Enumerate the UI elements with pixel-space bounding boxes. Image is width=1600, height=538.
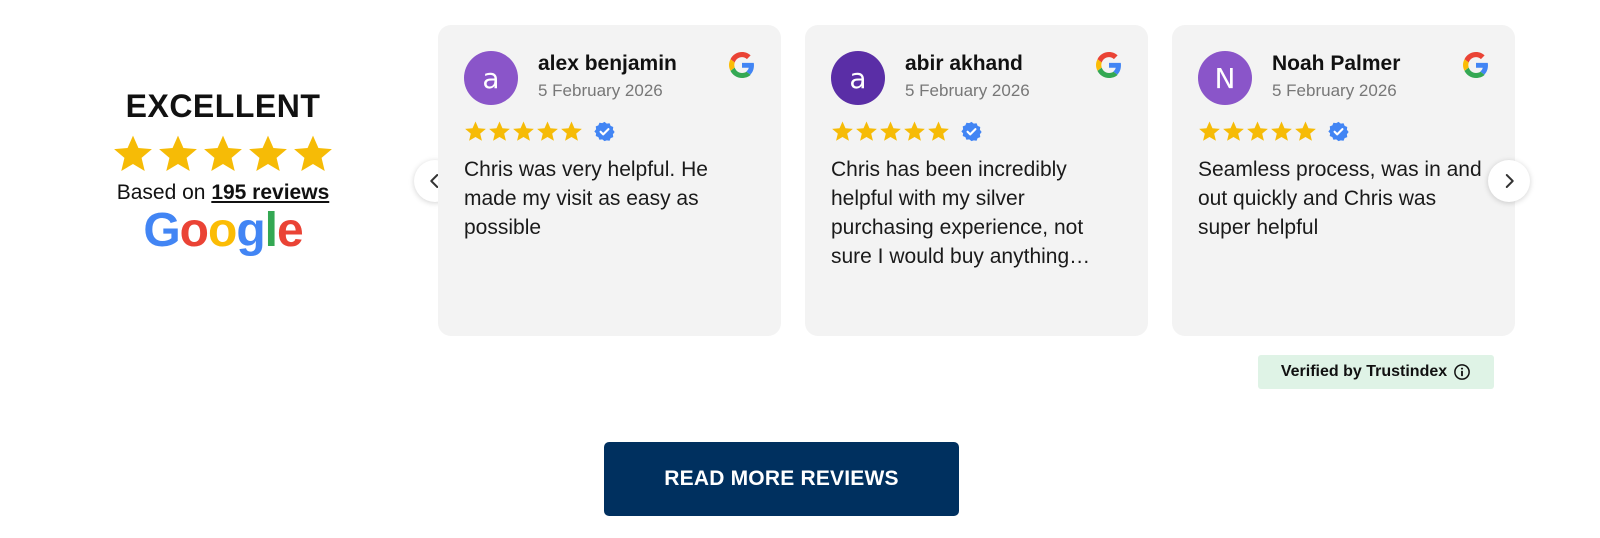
star-icon <box>513 121 534 141</box>
review-text: Seamless process, was in and out quickly… <box>1198 158 1482 239</box>
star-icon <box>1247 121 1268 141</box>
google-g-icon <box>1096 52 1121 78</box>
verified-label: Verified by Trustindex <box>1280 363 1448 380</box>
reviewer-name: alex benjamin <box>538 52 677 75</box>
star-icon <box>832 121 853 141</box>
review-date: 5 February 2026 <box>905 81 1030 100</box>
based-on-prefix: Based on <box>116 181 212 204</box>
google-logo-letter: o <box>179 204 209 257</box>
review-count-link[interactable]: 195 reviews <box>211 181 329 204</box>
star-icon <box>880 121 901 141</box>
star-icon <box>159 135 197 171</box>
review-stars <box>1198 120 1349 143</box>
carousel-next-button[interactable] <box>1488 160 1530 202</box>
review-text: Chris has been incredibly helpful with m… <box>831 158 1091 268</box>
google-logo-letter: e <box>276 204 304 257</box>
review-card[interactable]: a alex benjamin 5 February 2026 Chris wa… <box>438 25 781 336</box>
star-icon <box>561 121 582 141</box>
verified-check-icon <box>1328 121 1349 142</box>
google-logo-letter: G <box>143 204 180 257</box>
summary-stars <box>95 133 351 177</box>
review-stars <box>831 120 982 143</box>
star-icon <box>904 121 925 141</box>
rating-summary: EXCELLENT Based on 195 reviews Google <box>95 88 351 259</box>
review-date: 5 February 2026 <box>538 81 663 100</box>
verified-by-trustindex-badge[interactable]: Verified by Trustindex <box>1258 355 1494 389</box>
reviewer-avatar: N <box>1198 51 1252 105</box>
google-g-icon <box>1463 52 1488 78</box>
star-icon <box>465 121 486 141</box>
google-logo-letter: l <box>264 204 278 257</box>
star-icon <box>1271 121 1292 141</box>
reviewer-avatar: a <box>831 51 885 105</box>
read-more-reviews-button[interactable]: READ MORE REVIEWS <box>604 442 959 516</box>
star-icon <box>537 121 558 141</box>
review-card[interactable]: N Noah Palmer 5 February 2026 Seamless p… <box>1172 25 1515 336</box>
google-logo: Google <box>95 203 351 259</box>
star-icon <box>249 135 287 171</box>
reviewer-name: abir akhand <box>905 52 1023 75</box>
chevron-right-icon <box>1505 174 1514 188</box>
google-logo-letter: o <box>207 204 237 257</box>
verified-check-icon <box>961 121 982 142</box>
star-icon <box>856 121 877 141</box>
star-icon <box>928 121 949 141</box>
star-icon <box>114 135 152 171</box>
reviewer-name: Noah Palmer <box>1272 52 1401 75</box>
rating-word: EXCELLENT <box>125 88 321 124</box>
verified-check-icon <box>594 121 615 142</box>
google-logo-letter: g <box>236 204 265 257</box>
review-card[interactable]: a abir akhand 5 February 2026 Chris has … <box>805 25 1148 336</box>
star-icon <box>204 135 242 171</box>
info-icon <box>1454 364 1471 380</box>
reviewer-avatar: a <box>464 51 518 105</box>
star-icon <box>1295 121 1316 141</box>
star-icon <box>1199 121 1220 141</box>
based-on-text: Based on 195 reviews <box>95 181 351 205</box>
google-g-icon <box>729 52 754 78</box>
star-icon <box>489 121 510 141</box>
review-stars <box>464 120 615 143</box>
review-date: 5 February 2026 <box>1272 81 1397 100</box>
star-icon <box>294 135 332 171</box>
review-text: Chris was very helpful. He made my visit… <box>464 158 708 239</box>
star-icon <box>1223 121 1244 141</box>
